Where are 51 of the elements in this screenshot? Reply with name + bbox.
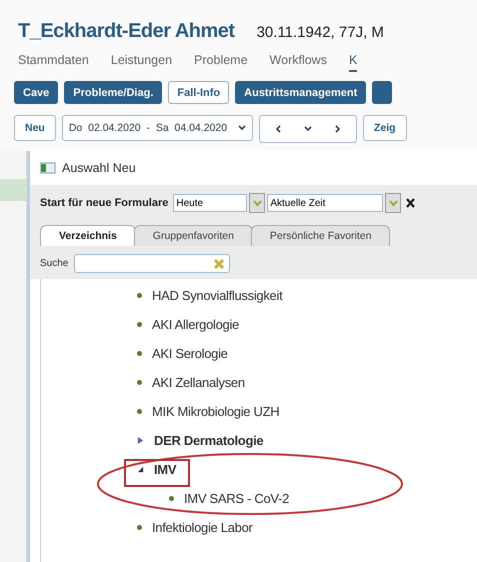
nav-tab[interactable]: K (348, 53, 358, 72)
action-button[interactable]: Cave (14, 81, 58, 104)
tree-item[interactable]: AKI Zellanalysen (152, 375, 245, 390)
tree-item[interactable]: IMV SARS - CoV-2 (184, 491, 290, 506)
patient-details: 30.11.1942, 77J, M (256, 24, 384, 41)
tree-item[interactable]: IMV (154, 462, 176, 477)
start-label: Start für neue Formulare (40, 197, 168, 209)
chevron-down-icon (252, 200, 262, 206)
chevron-down-icon[interactable] (304, 126, 312, 132)
date-field[interactable]: Heute (173, 194, 248, 212)
search-field[interactable] (74, 254, 230, 273)
window-icon (40, 162, 56, 174)
expanded-triangle-icon[interactable] (137, 466, 144, 473)
close-icon[interactable] (406, 198, 416, 208)
search-label: Suche (40, 258, 68, 269)
action-button[interactable]: Fall-Info (168, 81, 230, 104)
action-button[interactable]: Austrittsmanagement (235, 81, 366, 104)
tree-item[interactable]: MIK Mikrobiologie UZH (152, 404, 280, 419)
tree-item[interactable]: AKI Allergologie (152, 317, 239, 332)
date-range-dropdown[interactable]: Do 02.04.2020 - Sa 04.04.2020 (62, 115, 253, 141)
dialog-title: Auswahl Neu (62, 161, 136, 175)
dialog-tab[interactable]: Persönliche Favoriten (250, 225, 390, 246)
patient-name: T_Eckhardt-Eder Ahmet (18, 20, 235, 43)
leaf-bullet-icon (169, 496, 174, 501)
leaf-bullet-icon (137, 525, 142, 530)
action-button[interactable] (372, 81, 392, 104)
leaf-bullet-icon (137, 293, 142, 298)
action-button[interactable]: Probleme/Diag. (64, 81, 162, 104)
time-field[interactable]: Aktuelle Zeit (267, 194, 384, 212)
chevron-down-icon (238, 125, 246, 131)
collapsed-triangle-icon[interactable] (137, 437, 144, 444)
nav-tab[interactable]: Probleme (194, 53, 248, 72)
tree-item[interactable]: Infektiologie Labor (152, 520, 253, 535)
dialog-tab[interactable]: Gruppenfavoriten (134, 225, 253, 246)
nav-tab[interactable]: Workflows (270, 53, 327, 72)
leaf-bullet-icon (137, 322, 142, 327)
nav-tab[interactable]: Stammdaten (18, 53, 89, 72)
tree-item[interactable]: HAD Synovialflussigkeit (152, 288, 282, 303)
show-button[interactable]: Zeig (362, 115, 407, 141)
tree-item[interactable]: AKI Serologie (152, 346, 228, 361)
leaf-bullet-icon (137, 409, 142, 414)
previous-icon[interactable] (275, 125, 282, 133)
nav-tab[interactable]: Leistungen (110, 53, 172, 72)
tree-item[interactable]: DER Dermatologie (154, 433, 264, 448)
chevron-down-icon (388, 200, 398, 206)
dialog-tab[interactable]: Verzeichnis (40, 225, 136, 246)
leaf-bullet-icon (137, 351, 142, 356)
new-button[interactable]: Neu (14, 115, 56, 141)
leaf-bullet-icon (137, 380, 142, 385)
highlight-rectangle (124, 459, 190, 487)
next-icon[interactable] (334, 125, 341, 133)
